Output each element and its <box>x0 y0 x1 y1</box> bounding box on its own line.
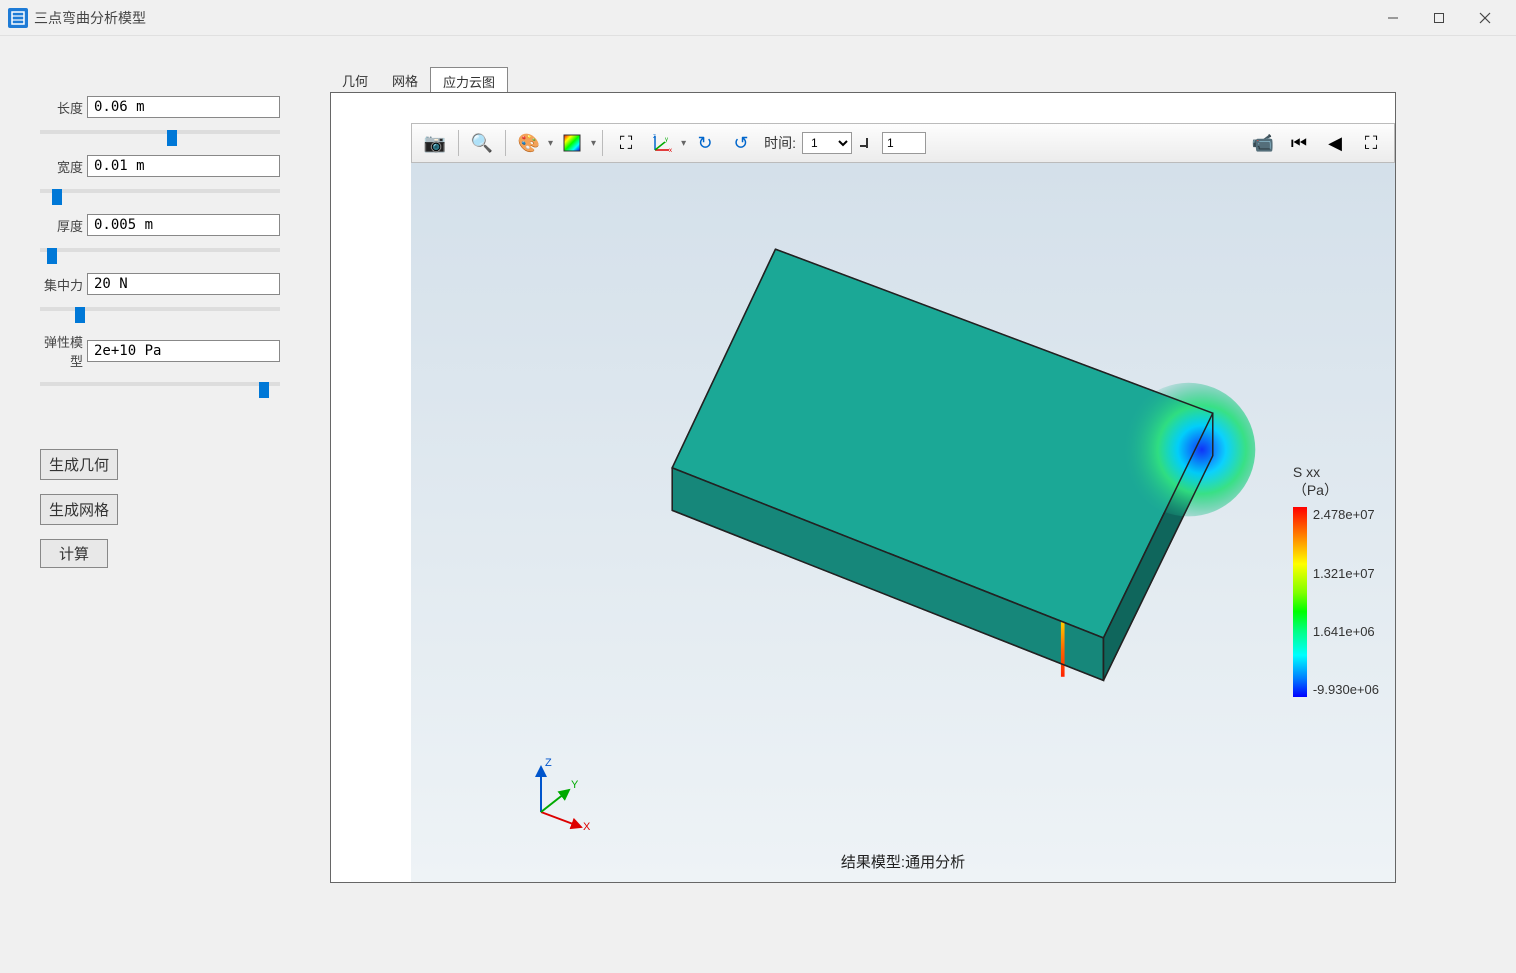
render-canvas[interactable]: Z Y X S xx （Pa） 2.478e+07 1.321e+07 <box>411 163 1395 882</box>
maximize-button[interactable] <box>1416 2 1462 34</box>
legend-tick-1: 1.321e+07 <box>1313 566 1379 581</box>
orientation-axes: Z Y X <box>521 752 601 832</box>
app-icon <box>8 8 28 28</box>
modulus-label: 弹性模型 <box>40 332 83 370</box>
titlebar: 三点弯曲分析模型 <box>0 0 1516 36</box>
tab-stress-contour[interactable]: 应力云图 <box>430 67 508 93</box>
svg-text:y: y <box>665 137 668 143</box>
length-slider[interactable] <box>40 130 280 134</box>
width-input[interactable] <box>87 155 280 177</box>
viewer: 📷 🔍 🎨 ▾ ▾ <box>330 92 1396 883</box>
axis-y-label: Y <box>571 779 579 791</box>
zoom-icon[interactable]: 🔍 <box>465 128 499 158</box>
svg-text:x: x <box>669 148 672 154</box>
close-button[interactable] <box>1462 2 1508 34</box>
generate-mesh-button[interactable]: 生成网格 <box>40 494 118 525</box>
window-title: 三点弯曲分析模型 <box>34 8 146 28</box>
compute-button[interactable]: 计算 <box>40 539 108 568</box>
force-slider[interactable] <box>40 307 280 311</box>
force-input[interactable] <box>87 273 280 295</box>
expand-icon[interactable]: ⛶ <box>1354 128 1388 158</box>
legend-tick-0: 2.478e+07 <box>1313 507 1379 522</box>
legend-tick-2: 1.641e+06 <box>1313 624 1379 639</box>
force-label: 集中力 <box>40 275 83 294</box>
time-label: 时间: <box>764 133 796 153</box>
modulus-input[interactable] <box>87 340 280 362</box>
legend-colorbar <box>1293 507 1307 697</box>
legend-title-line2: （Pa） <box>1293 481 1379 499</box>
triad-icon[interactable]: x y z <box>645 128 679 158</box>
rotate-ccw-icon[interactable]: ↺ <box>724 128 758 158</box>
thickness-label: 厚度 <box>40 216 83 235</box>
first-frame-icon[interactable]: ⏮ <box>1282 128 1316 158</box>
video-icon[interactable]: 📹 <box>1246 128 1280 158</box>
result-label: 结果模型:通用分析 <box>841 851 965 872</box>
camera-icon[interactable]: 📷 <box>418 128 452 158</box>
color-legend: S xx （Pa） 2.478e+07 1.321e+07 1.641e+06 … <box>1293 463 1379 697</box>
main-panel: 几何 网格 应力云图 📷 🔍 🎨 ▾ <box>320 36 1516 973</box>
svg-text:z: z <box>653 134 656 140</box>
palette-icon[interactable]: 🎨 <box>512 128 546 158</box>
axis-z-label: Z <box>545 757 552 769</box>
thickness-slider[interactable] <box>40 248 280 252</box>
minimize-button[interactable] <box>1370 2 1416 34</box>
legend-tick-3: -9.930e+06 <box>1313 682 1379 697</box>
rotate-cw-icon[interactable]: ↻ <box>688 128 722 158</box>
viewer-toolbar: 📷 🔍 🎨 ▾ ▾ <box>411 123 1395 163</box>
rainbow-cube-icon[interactable] <box>555 128 589 158</box>
length-label: 长度 <box>40 98 83 117</box>
time-select[interactable]: 1 <box>802 132 852 154</box>
tab-bar: 几何 网格 应力云图 <box>330 66 1396 92</box>
step-button[interactable] <box>854 128 876 158</box>
legend-title-line1: S xx <box>1293 463 1379 481</box>
sidebar: 长度 宽度 厚度 集中力 弹性模型 生成几何 生成网格 计算 <box>0 36 320 973</box>
width-label: 宽度 <box>40 157 83 176</box>
thickness-input[interactable] <box>87 214 280 236</box>
generate-geometry-button[interactable]: 生成几何 <box>40 449 118 480</box>
length-input[interactable] <box>87 96 280 118</box>
axis-x-label: X <box>583 821 591 832</box>
zoom-extents-icon[interactable]: ⛶ <box>609 128 643 158</box>
tab-mesh[interactable]: 网格 <box>380 67 430 93</box>
prev-frame-icon[interactable]: ◀ <box>1318 128 1352 158</box>
modulus-slider[interactable] <box>40 382 280 386</box>
tab-geometry[interactable]: 几何 <box>330 67 380 93</box>
time-spin[interactable] <box>882 132 926 154</box>
width-slider[interactable] <box>40 189 280 193</box>
